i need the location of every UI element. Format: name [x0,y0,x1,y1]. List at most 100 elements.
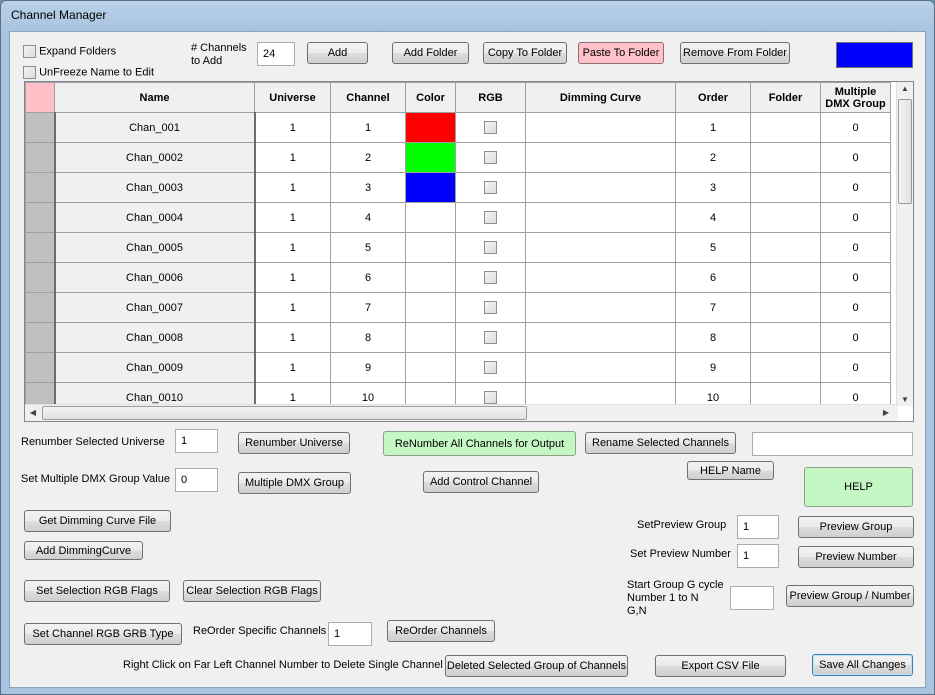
cell-universe[interactable]: 1 [254,322,331,353]
cell-channel[interactable]: 1 [330,112,406,143]
cell-universe[interactable]: 1 [254,262,331,293]
table-row[interactable]: Chan_0009 1 9 9 0 [25,352,891,383]
add-folder-button[interactable]: Add Folder [392,42,469,64]
set-channel-rgb-grb-type-button[interactable]: Set Channel RGB GRB Type [24,623,182,645]
grid-corner-header[interactable] [25,82,55,113]
cell-universe[interactable]: 1 [254,232,331,263]
color-swatch[interactable] [836,42,913,68]
rgb-checkbox[interactable] [484,361,497,374]
column-header-name[interactable]: Name [54,82,255,113]
scroll-up-icon[interactable]: ▲ [897,84,913,93]
unfreeze-name-checkbox[interactable]: UnFreeze Name to Edit [23,66,154,79]
set-preview-number-input[interactable]: 1 [737,544,779,568]
preview-group-button[interactable]: Preview Group [798,516,914,538]
cell-color[interactable] [405,352,456,383]
row-header[interactable] [25,232,56,263]
cell-rgb[interactable] [455,292,526,323]
cell-order[interactable]: 8 [675,322,751,353]
rename-input[interactable] [752,432,913,456]
cell-universe[interactable]: 1 [254,352,331,383]
cell-color[interactable] [405,142,456,173]
cell-color[interactable] [405,172,456,203]
rgb-checkbox[interactable] [484,121,497,134]
cell-multiple-dmx-group[interactable]: 0 [820,112,891,143]
cell-folder[interactable] [750,172,821,203]
cell-multiple-dmx-group[interactable]: 0 [820,292,891,323]
cell-channel[interactable]: 9 [330,352,406,383]
cell-order[interactable]: 1 [675,112,751,143]
cell-universe[interactable]: 1 [254,142,331,173]
cell-folder[interactable] [750,292,821,323]
add-control-channel-button[interactable]: Add Control Channel [423,471,539,493]
rgb-checkbox[interactable] [484,151,497,164]
column-header-channel[interactable]: Channel [330,82,406,113]
table-row[interactable]: Chan_0007 1 7 7 0 [25,292,891,323]
expand-folders-checkbox-box[interactable] [23,45,36,58]
set-preview-group-input[interactable]: 1 [737,515,779,539]
expand-folders-checkbox[interactable]: Expand Folders [23,45,116,58]
copy-to-folder-button[interactable]: Copy To Folder [483,42,567,64]
table-row[interactable]: Chan_0008 1 8 8 0 [25,322,891,353]
rgb-checkbox[interactable] [484,271,497,284]
cell-name[interactable]: Chan_0008 [54,322,256,353]
column-header-rgb[interactable]: RGB [455,82,526,113]
renumber-all-channels-button[interactable]: ReNumber All Channels for Output [383,431,576,456]
set-selection-rgb-flags-button[interactable]: Set Selection RGB Flags [24,580,170,602]
remove-from-folder-button[interactable]: Remove From Folder [680,42,790,64]
cell-universe[interactable]: 1 [254,202,331,233]
cell-folder[interactable] [750,232,821,263]
cell-dimming-curve[interactable] [525,202,676,233]
set-dmx-group-input[interactable]: 0 [175,468,218,492]
cell-dimming-curve[interactable] [525,112,676,143]
column-header-order[interactable]: Order [675,82,751,113]
add-dimming-curve-button[interactable]: Add DimmingCurve [24,541,143,560]
vertical-scroll-thumb[interactable] [898,99,912,204]
title-bar[interactable]: Channel Manager [1,1,934,31]
row-header[interactable] [25,142,56,173]
row-header[interactable] [25,112,56,143]
column-header-universe[interactable]: Universe [254,82,331,113]
grid-vertical-scrollbar[interactable]: ▲ ▼ [896,82,913,406]
cell-rgb[interactable] [455,142,526,173]
cell-order[interactable]: 9 [675,352,751,383]
cell-rgb[interactable] [455,232,526,263]
table-row[interactable]: Chan_0003 1 3 3 0 [25,172,891,203]
cell-color[interactable] [405,262,456,293]
column-header-folder[interactable]: Folder [750,82,821,113]
grid-horizontal-scrollbar[interactable]: ◀ ▶ [25,404,898,421]
cell-dimming-curve[interactable] [525,322,676,353]
table-row[interactable]: Chan_0004 1 4 4 0 [25,202,891,233]
cell-folder[interactable] [750,142,821,173]
cell-name[interactable]: Chan_001 [54,112,256,143]
cell-dimming-curve[interactable] [525,352,676,383]
cell-order[interactable]: 2 [675,142,751,173]
cell-name[interactable]: Chan_0004 [54,202,256,233]
unfreeze-name-checkbox-box[interactable] [23,66,36,79]
cell-order[interactable]: 6 [675,262,751,293]
row-header[interactable] [25,262,56,293]
rgb-checkbox[interactable] [484,181,497,194]
cell-rgb[interactable] [455,322,526,353]
cell-channel[interactable]: 6 [330,262,406,293]
cell-rgb[interactable] [455,202,526,233]
cell-rgb[interactable] [455,172,526,203]
cell-color[interactable] [405,112,456,143]
table-row[interactable]: Chan_001 1 1 1 0 [25,112,891,143]
cell-rgb[interactable] [455,112,526,143]
rename-selected-channels-button[interactable]: Rename Selected Channels [585,432,736,454]
cell-folder[interactable] [750,262,821,293]
cell-channel[interactable]: 8 [330,322,406,353]
cell-channel[interactable]: 4 [330,202,406,233]
help-button[interactable]: HELP [804,467,913,507]
rgb-checkbox[interactable] [484,211,497,224]
rgb-checkbox[interactable] [484,241,497,254]
add-button[interactable]: Add [307,42,368,64]
row-header[interactable] [25,172,56,203]
cell-name[interactable]: Chan_0009 [54,352,256,383]
preview-group-number-button[interactable]: Preview Group / Number [786,585,914,607]
cell-folder[interactable] [750,112,821,143]
channel-grid[interactable]: Name Universe Channel Color RGB Dimming … [24,81,914,422]
cell-name[interactable]: Chan_0005 [54,232,256,263]
table-row[interactable]: Chan_0002 1 2 2 0 [25,142,891,173]
start-group-input[interactable] [730,586,774,610]
